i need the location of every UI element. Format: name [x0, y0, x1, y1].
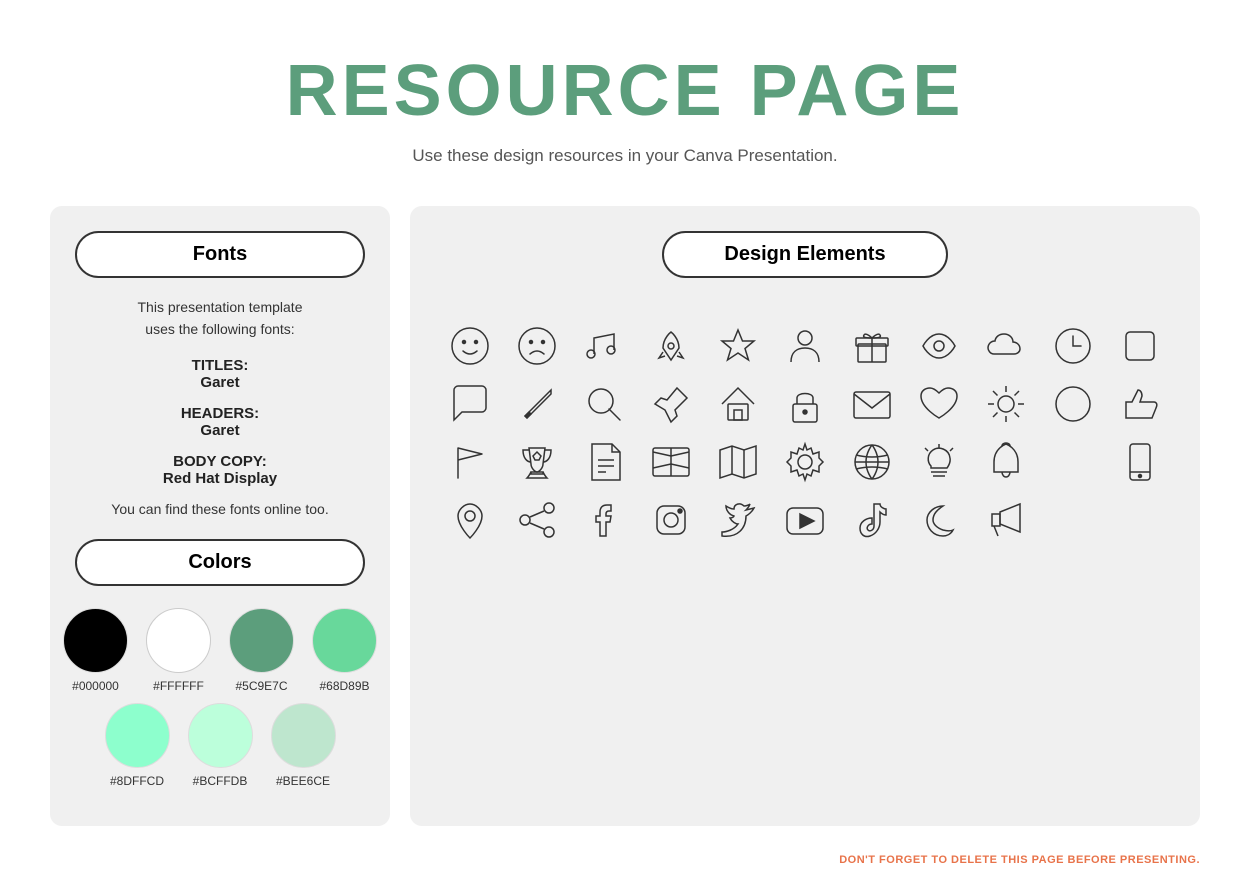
color-label-medium-green: #68D89B [319, 679, 369, 693]
icon-mail [843, 382, 902, 426]
icon-pin [641, 382, 700, 426]
icon-star [708, 324, 767, 368]
icon-trophy [507, 440, 566, 484]
icon-sun [977, 382, 1036, 426]
icon-bulb [910, 440, 969, 484]
swatch-dark-green: #5C9E7C [229, 608, 294, 693]
swatch-pale-mint: #BCFFDB [188, 703, 253, 788]
icon-thumbsup [1111, 382, 1170, 426]
icons-grid [440, 324, 1170, 542]
color-swatches-row2: #8DFFCD #BCFFDB #BEE6CE [75, 703, 365, 788]
icon-facebook [574, 498, 633, 542]
find-fonts-text: You can find these fonts online too. [75, 501, 365, 517]
swatch-black: #000000 [63, 608, 128, 693]
font-entry-headers: HEADERS: Garet [75, 405, 365, 439]
icon-pencil [507, 382, 566, 426]
icon-home [708, 382, 767, 426]
page-title: RESOURCE PAGE [0, 50, 1250, 132]
icon-gear [775, 440, 834, 484]
icon-chat [440, 382, 499, 426]
icon-share [507, 498, 566, 542]
left-panel: Fonts This presentation template uses th… [50, 206, 390, 826]
font-entry-body: BODY COPY: Red Hat Display [75, 453, 365, 487]
color-label-pale-mint: #BCFFDB [193, 774, 248, 788]
swatch-light-mint: #8DFFCD [105, 703, 170, 788]
color-circle-black [63, 608, 128, 673]
fonts-header: Fonts [75, 231, 365, 278]
icon-search [574, 382, 633, 426]
colors-header: Colors [75, 539, 365, 586]
color-swatches-row1: #000000 #FFFFFF #5C9E7C #68D89B [75, 608, 365, 693]
color-circle-light-mint [105, 703, 170, 768]
color-label-white: #FFFFFF [153, 679, 204, 693]
page-header: RESOURCE PAGE Use these design resources… [0, 0, 1250, 186]
font-entry-titles: TITLES: Garet [75, 357, 365, 391]
color-label-black: #000000 [72, 679, 119, 693]
fonts-description: This presentation template uses the foll… [75, 296, 365, 341]
icon-megaphone [977, 498, 1036, 542]
icon-person [775, 324, 834, 368]
icon-smiley [440, 324, 499, 368]
color-label-dark-green: #5C9E7C [235, 679, 287, 693]
icon-bell [977, 440, 1036, 484]
icon-twitter [708, 498, 767, 542]
icon-sad-face [507, 324, 566, 368]
right-panel: Design Elements [410, 206, 1200, 826]
footer-notice: DON'T FORGET TO DELETE THIS PAGE BEFORE … [839, 854, 1200, 866]
icon-rocket [641, 324, 700, 368]
icon-gift [843, 324, 902, 368]
icon-flag [440, 440, 499, 484]
color-circle-pale-mint [188, 703, 253, 768]
swatch-soft-mint: #BEE6CE [271, 703, 336, 788]
icon-youtube [775, 498, 834, 542]
icon-music [574, 324, 633, 368]
icon-map [708, 440, 767, 484]
icon-placeholder3 [1044, 440, 1103, 484]
swatch-white: #FFFFFF [146, 608, 211, 693]
icon-clock [1044, 324, 1103, 368]
main-content: Fonts This presentation template uses th… [0, 206, 1250, 826]
icon-document [574, 440, 633, 484]
icon-book [641, 440, 700, 484]
color-circle-dark-green [229, 608, 294, 673]
color-label-light-mint: #8DFFCD [110, 774, 164, 788]
icon-placeholder [1111, 324, 1170, 368]
icon-placeholder2 [1044, 382, 1103, 426]
color-circle-soft-mint [271, 703, 336, 768]
color-circle-white [146, 608, 211, 673]
icon-heart [910, 382, 969, 426]
icon-location [440, 498, 499, 542]
color-label-soft-mint: #BEE6CE [276, 774, 330, 788]
icon-eye [910, 324, 969, 368]
design-elements-header: Design Elements [662, 231, 947, 278]
icon-cloud [977, 324, 1036, 368]
icon-globe [843, 440, 902, 484]
color-circle-medium-green [312, 608, 377, 673]
icon-instagram [641, 498, 700, 542]
page-subtitle: Use these design resources in your Canva… [0, 146, 1250, 166]
icon-mobile [1111, 440, 1170, 484]
icon-moon [910, 498, 969, 542]
icon-lock [775, 382, 834, 426]
swatch-medium-green: #68D89B [312, 608, 377, 693]
icon-tiktok [843, 498, 902, 542]
